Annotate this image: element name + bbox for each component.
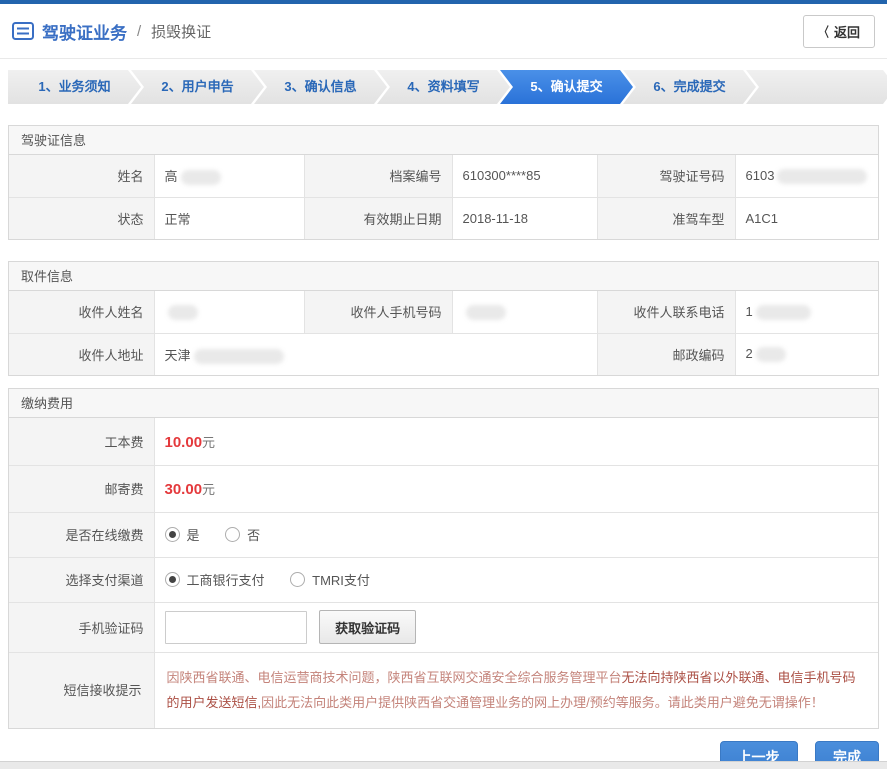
field-label-sms-code: 手机验证码 [9,601,155,653]
mail-fee-amount: 30.00 [164,481,203,498]
step-5-confirm-submit[interactable]: 5、确认提交 [500,70,633,104]
field-label-pay-channel: 选择支付渠道 [9,556,155,603]
channel-option-icbc[interactable]: 工商银行支付 [164,570,265,589]
field-value-expiry-date: 2018-11-18 [451,196,598,239]
step-6-finish-submit[interactable]: 6、完成提交 [623,70,756,104]
redacted-value [180,170,221,186]
back-button[interactable]: 〈 返回 [802,14,875,48]
radio-checked-icon[interactable] [164,571,180,587]
field-value-mail-fee: 30.00元 [153,464,878,513]
sms-code-cell: 获取验证码 [153,601,878,653]
table-row: 状态 正常 有效期止日期 2018-11-18 准驾车型 A1C1 [9,196,878,239]
radio-label: 是 [186,527,200,543]
page-title: 驾驶证业务 [42,23,127,43]
notice-part-3: 因此无法向此类用户提供陕西省交通管理业务的网上办理/预约等服务。请此类用户避免无… [261,695,824,711]
table-row: 选择支付渠道 工商银行支付 TMRI支付 [9,556,878,603]
field-label-postal-code: 邮政编码 [596,332,736,375]
field-value-vehicle-class: A1C1 [734,196,878,239]
radio-label: 否 [247,527,261,543]
redacted-value [755,347,786,363]
license-service-icon [12,22,34,40]
field-value-name: 高 [153,155,305,198]
radio-checked-icon[interactable] [164,526,180,542]
header: 驾驶证业务 / 损毁换证 〈 返回 [0,4,887,59]
breadcrumb-separator: / [137,22,142,40]
step-3-confirm-info[interactable]: 3、确认信息 [254,70,387,104]
page: 驾驶证业务 / 损毁换证 〈 返回 1、业务须知 2、用户申告 3、确认信息 4… [0,0,887,769]
breadcrumb: 驾驶证业务 / 损毁换证 [12,19,211,44]
get-sms-code-button[interactable]: 获取验证码 [319,610,417,644]
radio-label: TMRI支付 [312,572,370,588]
license-info-title: 驾驶证信息 [9,126,878,155]
redacted-value [465,304,506,320]
online-pay-option-no[interactable]: 否 [225,525,260,544]
step-filler [746,70,887,104]
field-label-name: 姓名 [9,155,155,198]
fees-table: 工本费 10.00元 邮寄费 30.00元 是否在线缴费 是 否 选择支付渠道 … [9,418,878,728]
table-row: 收件人姓名 收件人手机号码 收件人联系电话 1 [9,291,878,334]
pay-channel-options: 工商银行支付 TMRI支付 [153,556,878,603]
radio-unchecked-icon[interactable] [225,526,241,542]
step-1-business-notice[interactable]: 1、业务须知 [8,70,141,104]
radio-unchecked-icon[interactable] [290,571,306,587]
field-value-license-number: 6103 [734,155,878,198]
channel-option-tmri[interactable]: TMRI支付 [290,570,370,589]
field-value-postal-code: 2 [734,332,878,375]
field-value-status: 正常 [153,196,305,239]
field-label-mail-fee: 邮寄费 [9,464,155,513]
field-label-status: 状态 [9,196,155,239]
field-value-recipient-phone: 1 [734,291,878,334]
field-value-card-fee: 10.00元 [153,418,878,466]
field-label-recipient-phone: 收件人联系电话 [596,291,736,334]
redacted-value [167,304,198,320]
field-value-file-number: 610300****85 [451,155,598,198]
field-value-recipient-name [153,291,305,334]
field-label-card-fee: 工本费 [9,418,155,466]
field-label-vehicle-class: 准驾车型 [596,196,736,239]
table-row: 工本费 10.00元 [9,418,878,466]
table-row: 收件人地址 天津 邮政编码 2 [9,332,878,375]
pickup-info-title: 取件信息 [9,262,878,291]
field-label-file-number: 档案编号 [303,155,453,198]
mail-fee-unit: 元 [202,482,216,497]
field-value-recipient-mobile [451,291,598,334]
online-pay-options: 是 否 [153,511,878,558]
table-row: 是否在线缴费 是 否 [9,511,878,558]
license-info-panel: 驾驶证信息 姓名 高 档案编号 610300****85 驾驶证号码 6103 … [8,125,879,240]
table-row: 邮寄费 30.00元 [9,464,878,513]
card-fee-unit: 元 [202,434,216,450]
field-label-expiry-date: 有效期止日期 [303,196,453,239]
page-bottom-strip [0,761,887,769]
field-value-recipient-address: 天津 [153,332,598,375]
notice-part-1: 因陕西省联通、电信运营商技术问题，陕西省互联网交通安全综合服务管理平台 [166,669,622,685]
field-label-recipient-address: 收件人地址 [9,332,155,375]
redacted-value [755,304,811,320]
online-pay-option-yes[interactable]: 是 [164,525,200,544]
pickup-info-table: 收件人姓名 收件人手机号码 收件人联系电话 1 收件人地址 天津 邮政编码 2 [9,291,878,375]
license-info-table: 姓名 高 档案编号 610300****85 驾驶证号码 6103 状态 正常 … [9,155,878,239]
field-label-recipient-name: 收件人姓名 [9,291,155,334]
field-label-sms-notice: 短信接收提示 [9,651,155,728]
sms-notice-text: 因陕西省联通、电信运营商技术问题，陕西省互联网交通安全综合服务管理平台无法向持陕… [153,651,878,728]
field-label-license-number: 驾驶证号码 [596,155,736,198]
table-row: 短信接收提示 因陕西省联通、电信运营商技术问题，陕西省互联网交通安全综合服务管理… [9,651,878,728]
step-2-user-declaration[interactable]: 2、用户申告 [131,70,264,104]
card-fee-amount: 10.00 [164,433,203,451]
redacted-value [777,168,868,184]
fees-panel: 缴纳费用 工本费 10.00元 邮寄费 30.00元 是否在线缴费 是 否 选择… [8,388,879,729]
field-label-recipient-mobile: 收件人手机号码 [303,291,453,334]
back-chevron-icon: 〈 [819,23,829,40]
table-row: 姓名 高 档案编号 610300****85 驾驶证号码 6103 [9,155,878,198]
pickup-info-panel: 取件信息 收件人姓名 收件人手机号码 收件人联系电话 1 收件人地址 天津 邮政… [8,261,879,376]
field-label-online-pay: 是否在线缴费 [9,511,155,558]
step-wizard: 1、业务须知 2、用户申告 3、确认信息 4、资料填写 5、确认提交 6、完成提… [8,70,879,104]
back-button-label: 返回 [833,24,860,40]
sms-code-input[interactable] [164,610,307,644]
radio-label: 工商银行支付 [186,572,265,588]
page-subtitle: 损毁换证 [151,23,212,41]
table-row: 手机验证码 获取验证码 [9,601,878,653]
step-4-fill-material[interactable]: 4、资料填写 [377,70,510,104]
redacted-value [193,348,284,364]
fees-title: 缴纳费用 [9,389,878,418]
